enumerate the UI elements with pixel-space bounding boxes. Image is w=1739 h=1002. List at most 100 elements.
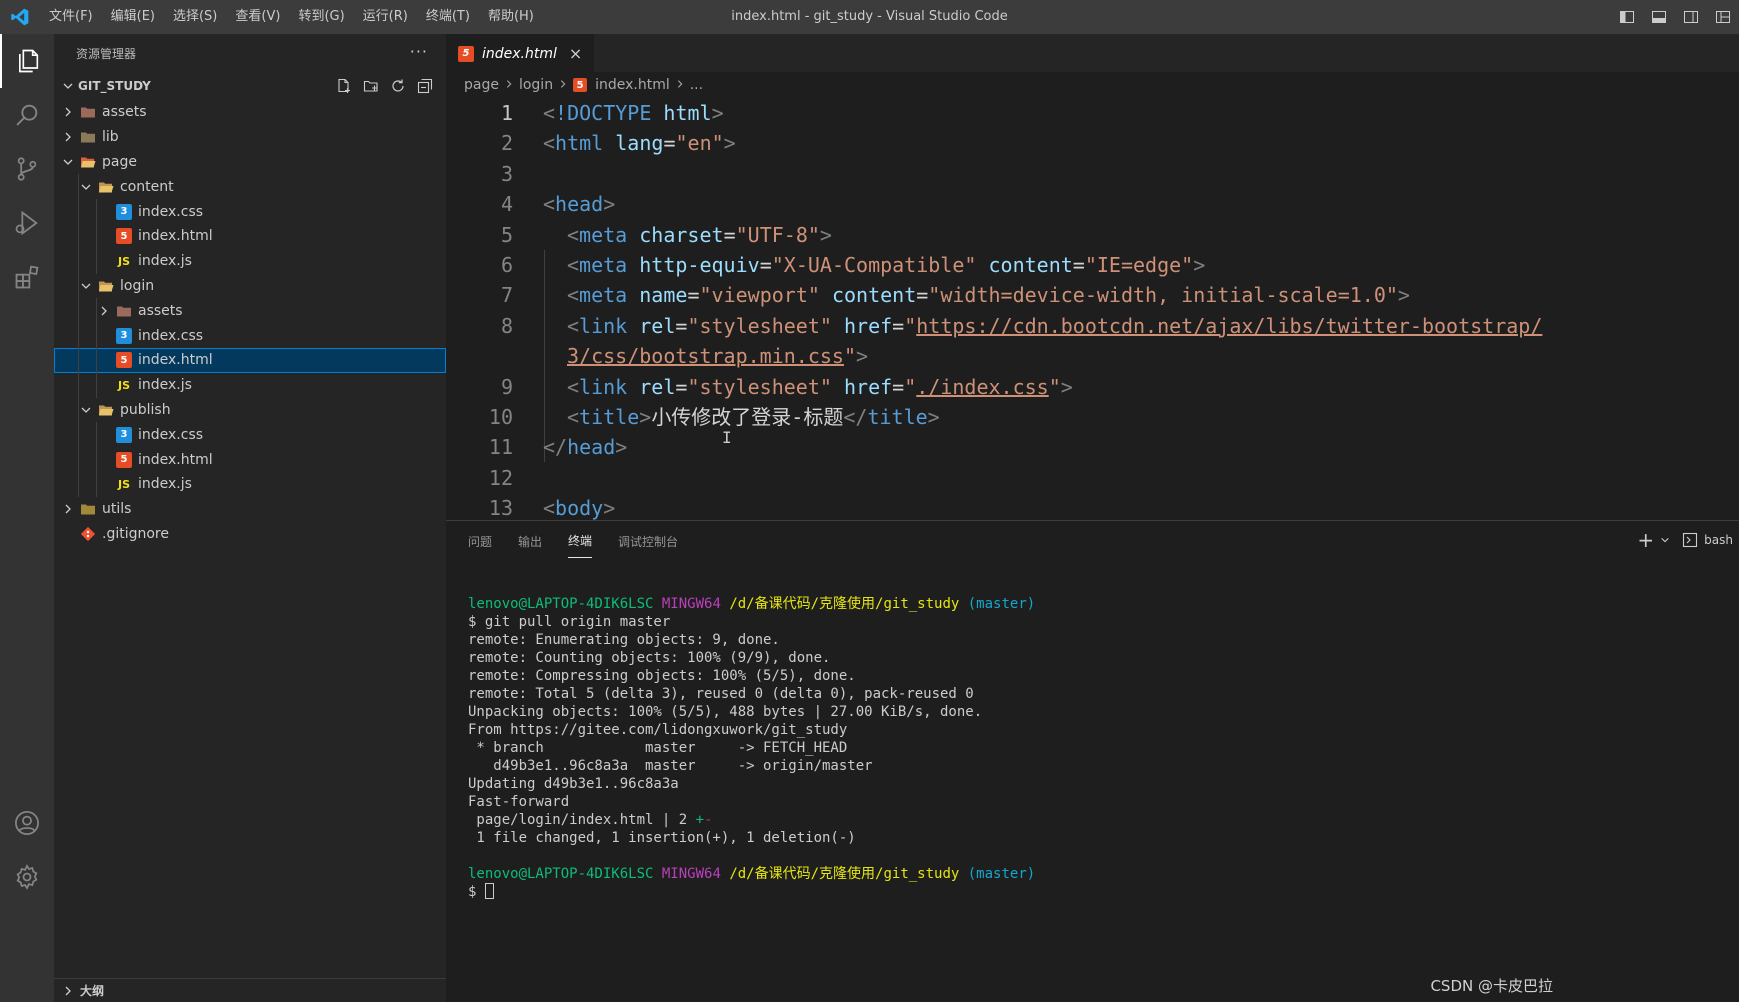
code-token: 3/css/bootstrap.min.css bbox=[567, 344, 844, 369]
extensions-icon[interactable] bbox=[0, 250, 54, 304]
code-token: head bbox=[555, 192, 604, 217]
menu-item[interactable]: 查看(V) bbox=[226, 0, 289, 34]
menu-item[interactable]: 终端(T) bbox=[417, 0, 479, 34]
new-file-icon[interactable] bbox=[330, 75, 357, 97]
tree-item[interactable]: 5 index.html bbox=[54, 223, 446, 249]
customize-layout-icon[interactable] bbox=[1707, 0, 1739, 34]
code-line[interactable]: 11 </head> bbox=[446, 432, 1739, 462]
code-editor[interactable]: 1 <!DOCTYPE html> 2 <html lang="en"> 3 4 <head… bbox=[446, 98, 1739, 520]
refresh-icon[interactable] bbox=[384, 75, 411, 97]
indent-guide bbox=[96, 223, 97, 249]
panel-tab[interactable]: 输出 bbox=[518, 525, 542, 558]
code-line[interactable]: 7 <meta name="viewport" content="width=de… bbox=[446, 280, 1739, 310]
tree-item[interactable]: 5 index.html bbox=[54, 447, 446, 472]
chevron-right-icon bbox=[60, 129, 76, 145]
tree-item[interactable]: 5 index.html bbox=[54, 347, 446, 373]
explorer-icon[interactable] bbox=[0, 34, 54, 88]
tree-item[interactable]: page bbox=[54, 150, 446, 175]
source-control-icon[interactable] bbox=[0, 142, 54, 196]
tree-item[interactable]: assets bbox=[54, 100, 446, 125]
tree-item[interactable]: JS index.js bbox=[54, 248, 446, 274]
indent-guide bbox=[78, 372, 79, 398]
menu-item[interactable]: 选择(S) bbox=[164, 0, 226, 34]
terminal-line: * branch master -> FETCH_HEAD bbox=[468, 739, 1035, 757]
outline-label: 大纲 bbox=[80, 984, 105, 998]
code-token: = bbox=[663, 131, 676, 156]
settings-gear-icon[interactable] bbox=[0, 850, 54, 904]
layout-controls bbox=[1611, 0, 1739, 34]
tree-item[interactable]: content bbox=[54, 174, 446, 200]
menu-item[interactable]: 编辑(E) bbox=[102, 0, 164, 34]
tree-item[interactable]: publish bbox=[54, 397, 446, 423]
code-line[interactable]: 5 <meta charset="UTF-8"> bbox=[446, 220, 1739, 250]
code-line[interactable]: 4 <head> bbox=[446, 189, 1739, 219]
terminal-output[interactable]: lenovo@LAPTOP-4DIK6LSC MINGW64 /d/备课代码/克… bbox=[468, 595, 1035, 901]
breadcrumb-item[interactable]: index.html bbox=[595, 77, 670, 93]
code-line[interactable]: 12 bbox=[446, 463, 1739, 493]
code-line[interactable]: 9 <link rel="stylesheet" href="./index.cs… bbox=[446, 372, 1739, 402]
breadcrumb-item[interactable]: ... bbox=[690, 77, 703, 93]
more-actions-icon[interactable]: ··· bbox=[410, 42, 428, 61]
account-icon[interactable] bbox=[0, 796, 54, 850]
tree-item[interactable]: utils bbox=[54, 497, 446, 522]
code-line[interactable]: 3/css/bootstrap.min.css"> bbox=[446, 341, 1739, 371]
run-debug-icon[interactable] bbox=[0, 196, 54, 250]
outline-section-header[interactable]: 大纲 bbox=[54, 978, 446, 1002]
code-token: > bbox=[856, 344, 869, 369]
terminal-dropdown-chevron-icon[interactable] bbox=[1660, 529, 1670, 551]
tree-item[interactable]: JS index.js bbox=[54, 372, 446, 398]
code-text: </head> bbox=[543, 432, 627, 462]
tree-item[interactable]: .gitignore bbox=[54, 522, 446, 547]
tree-item[interactable]: assets bbox=[54, 298, 446, 324]
breadcrumb-item[interactable]: page bbox=[464, 77, 499, 93]
close-tab-icon[interactable]: × bbox=[569, 44, 582, 63]
menu-item[interactable]: 运行(R) bbox=[354, 0, 417, 34]
panel-tab[interactable]: 问题 bbox=[468, 525, 492, 558]
indent-guide bbox=[78, 199, 79, 224]
panel-tab[interactable]: 终端 bbox=[568, 524, 593, 558]
chevron-down-icon bbox=[60, 154, 76, 170]
menu-item[interactable]: 转到(G) bbox=[289, 0, 353, 34]
new-folder-icon[interactable] bbox=[357, 75, 384, 97]
terminal-text: (master) bbox=[967, 866, 1036, 882]
search-icon[interactable] bbox=[0, 88, 54, 142]
file-tree: assets lib page content 3 index.css 5 index.htm… bbox=[54, 100, 446, 546]
tree-item[interactable]: login bbox=[54, 273, 446, 299]
tree-item[interactable]: lib bbox=[54, 125, 446, 150]
toggle-primary-sidebar-icon[interactable] bbox=[1611, 0, 1643, 34]
code-token: "X-UA-Compatible" bbox=[771, 252, 977, 277]
line-number: 8 bbox=[500, 313, 513, 338]
terminal-shell-label[interactable]: bash bbox=[1704, 529, 1733, 551]
terminal-cursor[interactable] bbox=[484, 883, 494, 899]
tree-item[interactable]: 3 index.css bbox=[54, 199, 446, 224]
tree-item[interactable]: 3 index.css bbox=[54, 422, 446, 448]
menu-item[interactable]: 帮助(H) bbox=[479, 0, 543, 34]
code-line[interactable]: 8 <link rel="stylesheet" href="https://cd… bbox=[446, 311, 1739, 341]
terminal-line: $ bbox=[468, 883, 1035, 901]
code-token: title bbox=[867, 404, 928, 429]
tree-item[interactable]: 3 index.css bbox=[54, 323, 446, 348]
tab-index-html[interactable]: 5 index.html × bbox=[446, 34, 595, 72]
workspace-section-header[interactable]: GIT_STUDY bbox=[54, 72, 446, 100]
code-line[interactable]: 6 <meta http-equiv="X-UA-Compatible" cont… bbox=[446, 250, 1739, 280]
panel-tab[interactable]: 调试控制台 bbox=[618, 525, 678, 558]
toggle-secondary-sidebar-icon[interactable] bbox=[1675, 0, 1707, 34]
terminal-text: Updating d49b3e1..96c8a3a bbox=[468, 776, 679, 792]
collapse-all-icon[interactable] bbox=[411, 75, 438, 97]
new-terminal-button[interactable]: + bbox=[1637, 528, 1654, 552]
code-line[interactable]: 1 <!DOCTYPE html> bbox=[446, 98, 1739, 128]
code-line[interactable]: 13 <body> bbox=[446, 493, 1739, 520]
code-token: > bbox=[723, 131, 736, 156]
code-line[interactable]: 2 <html lang="en"> bbox=[446, 128, 1739, 158]
toggle-panel-icon[interactable] bbox=[1643, 0, 1675, 34]
breadcrumb-item[interactable]: login bbox=[519, 77, 553, 93]
menu-item[interactable]: 文件(F) bbox=[40, 0, 102, 34]
terminal-shell-icon[interactable] bbox=[1682, 529, 1698, 551]
tree-item[interactable]: JS index.js bbox=[54, 471, 446, 497]
line-number: 7 bbox=[500, 283, 513, 308]
code-line[interactable]: 3 bbox=[446, 159, 1739, 189]
code-token: name bbox=[639, 283, 688, 308]
code-line[interactable]: 10 <title>小传修改了登录-标题</title> bbox=[446, 402, 1739, 432]
